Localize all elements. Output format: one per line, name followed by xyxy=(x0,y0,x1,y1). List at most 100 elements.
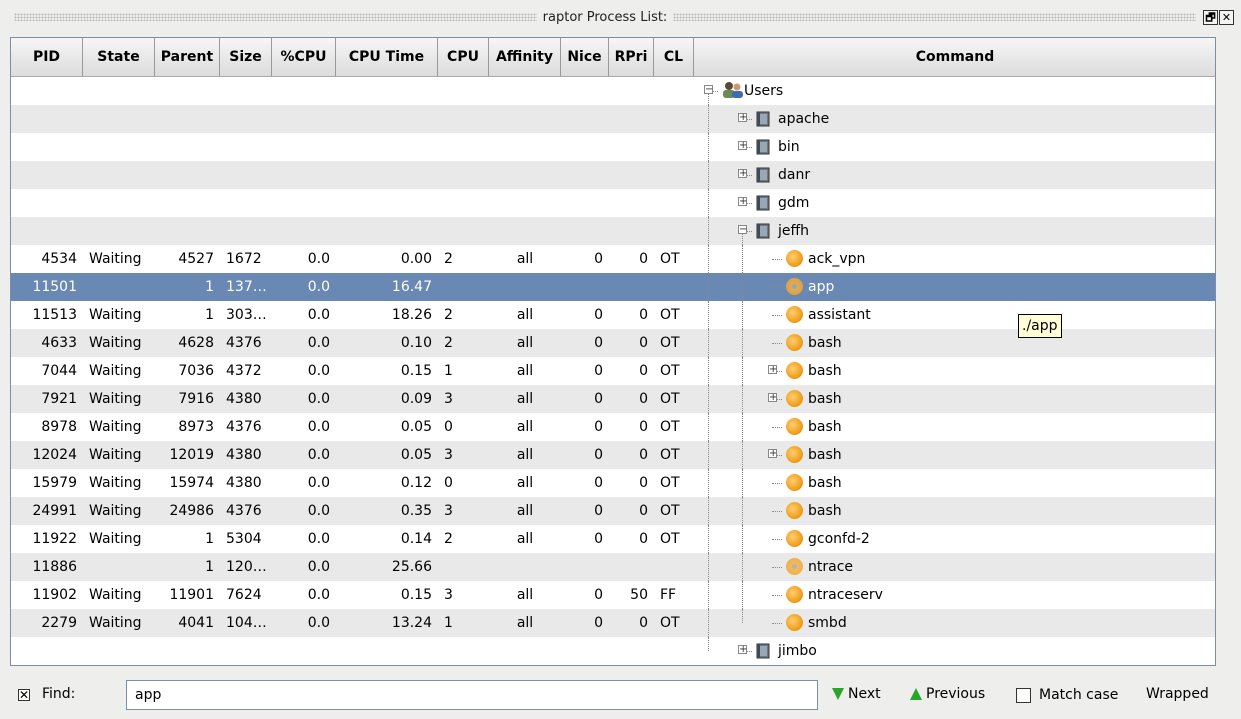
cell-state: Waiting xyxy=(89,531,142,547)
process-gear-icon xyxy=(786,558,803,575)
cell-affinity: all xyxy=(516,475,534,491)
column-header-cpu[interactable]: CPU xyxy=(438,38,489,76)
process-row[interactable]: 11902 Waiting 11901 7624 0.0 0.15 3 all 0 50 FF ntr… xyxy=(11,581,1215,609)
tree-row-user[interactable]: − jeffh xyxy=(11,217,1215,245)
column-header-affinity[interactable]: Affinity xyxy=(489,38,561,76)
cell-nice: 0 xyxy=(594,251,603,267)
process-tree-table: − Users + apache + bin + danr + gdm − jeffh 4534 Wait… xyxy=(11,77,1215,665)
column-header-cl[interactable]: CL xyxy=(654,38,694,76)
match-case-box[interactable] xyxy=(1016,687,1031,703)
column-header-rpri[interactable]: RPri xyxy=(609,38,654,76)
process-row[interactable]: 24991 Waiting 24986 4376 0.0 0.35 3 all 0 0 OT bash xyxy=(11,497,1215,525)
tree-row-users[interactable]: − Users xyxy=(11,77,1215,105)
process-row[interactable]: 11501 1 137… 0.0 16.47 app xyxy=(11,273,1215,301)
cell-cpu-time: 13.24 xyxy=(391,615,432,631)
column-header-command[interactable]: Command xyxy=(694,38,1215,76)
process-row[interactable]: 2279 Waiting 4041 104… 0.0 13.24 1 all 0 0 OT smbd xyxy=(11,609,1215,637)
process-row[interactable]: 11922 Waiting 1 5304 0.0 0.14 2 all 0 0 OT gconfd-2 xyxy=(11,525,1215,553)
process-row[interactable]: 11886 1 120… 0.0 25.66 ntrace xyxy=(11,553,1215,581)
cell-cl xyxy=(654,217,694,245)
expand-icon[interactable]: + xyxy=(768,449,777,459)
cell-rpri: 0 xyxy=(639,335,648,351)
title-grip-right[interactable] xyxy=(673,13,1196,21)
command-cell: + bash xyxy=(694,385,1215,413)
cell-pid: 12024 xyxy=(32,447,77,463)
command-label: bash xyxy=(808,447,842,463)
command-label: assistant xyxy=(808,307,871,323)
user-book-icon xyxy=(756,195,770,211)
cell-pid xyxy=(11,161,83,189)
cell-cpu xyxy=(438,161,489,189)
cell-pid: 11513 xyxy=(32,307,77,323)
column-header-cpu-time[interactable]: CPU Time xyxy=(336,38,438,76)
expand-icon[interactable]: + xyxy=(738,197,747,207)
process-row[interactable]: 12024 Waiting 12019 4380 0.0 0.05 3 all 0 0 OT + bas… xyxy=(11,441,1215,469)
cell-cpu-time xyxy=(336,637,438,665)
cell-nice: 0 xyxy=(594,531,603,547)
cell-cpu-time: 18.26 xyxy=(391,307,432,323)
cell-cpu xyxy=(272,161,336,189)
tree-row-user[interactable]: + apache xyxy=(11,105,1215,133)
cell-cpu: 0.0 xyxy=(307,335,330,351)
collapse-icon[interactable]: − xyxy=(704,85,713,95)
find-label: Find: xyxy=(42,686,76,702)
match-case-checkbox[interactable]: Match case xyxy=(1016,687,1118,703)
find-next-button[interactable]: Next xyxy=(832,686,881,702)
column-header-parent[interactable]: Parent xyxy=(155,38,220,76)
expand-icon[interactable]: + xyxy=(738,141,747,151)
cell-nice: 0 xyxy=(594,475,603,491)
cell-size: 1672 xyxy=(226,251,262,267)
command-label: app xyxy=(808,279,835,295)
collapse-icon[interactable]: − xyxy=(738,225,747,235)
cell-cpu xyxy=(438,637,489,665)
restore-icon[interactable]: 🗗 xyxy=(1203,9,1218,25)
tree-row-user[interactable]: + gdm xyxy=(11,189,1215,217)
column-header-pid[interactable]: PID xyxy=(11,38,83,76)
column-header-state[interactable]: State xyxy=(83,38,155,76)
process-row[interactable]: 7044 Waiting 7036 4372 0.0 0.15 1 all 0 0 OT + bash xyxy=(11,357,1215,385)
cell-cl xyxy=(654,637,694,665)
expand-icon[interactable]: + xyxy=(768,365,777,375)
find-input[interactable]: app xyxy=(126,680,818,710)
cell-cpu-time: 0.10 xyxy=(400,335,432,351)
tree-row-user[interactable]: + jimbo xyxy=(11,637,1215,665)
column-header-size[interactable]: Size xyxy=(220,38,272,76)
cell-parent: 24986 xyxy=(169,503,214,519)
expand-icon[interactable]: + xyxy=(738,645,747,655)
cell-cpu-time: 0.14 xyxy=(400,531,432,547)
column-header-nice[interactable]: Nice xyxy=(561,38,609,76)
cell-cpu xyxy=(438,189,489,217)
command-label: Users xyxy=(744,83,784,99)
tree-row-user[interactable]: + danr xyxy=(11,161,1215,189)
column-header-row: PID State Parent Size %CPU CPU Time CPU Affinit… xyxy=(11,38,1215,77)
process-icon xyxy=(786,334,803,351)
cell-nice xyxy=(561,553,609,581)
expand-icon[interactable]: + xyxy=(768,393,777,403)
cell-cl: OT xyxy=(660,503,680,519)
process-row[interactable]: 8978 Waiting 8973 4376 0.0 0.05 0 all 0 0 OT bash xyxy=(11,413,1215,441)
cell-cpu-time xyxy=(336,133,438,161)
cell-cpu: 0.0 xyxy=(307,419,330,435)
cell-cpu-time xyxy=(336,189,438,217)
process-icon xyxy=(786,530,803,547)
tree-row-user[interactable]: + bin xyxy=(11,133,1215,161)
expand-icon[interactable]: + xyxy=(738,169,747,179)
cell-state xyxy=(83,77,155,105)
close-find-checkbox[interactable]: ✕ xyxy=(18,689,30,701)
find-previous-button[interactable]: Previous xyxy=(910,686,985,702)
process-row[interactable]: 4534 Waiting 4527 1672 0.0 0.00 2 all 0 0 OT ack_vp… xyxy=(11,245,1215,273)
cell-size: 4376 xyxy=(226,419,262,435)
command-label: jeffh xyxy=(778,223,810,239)
process-row[interactable]: 7921 Waiting 7916 4380 0.0 0.09 3 all 0 0 OT + bash xyxy=(11,385,1215,413)
column-header-cpu[interactable]: %CPU xyxy=(272,38,336,76)
process-row[interactable]: 15979 Waiting 15974 4380 0.0 0.12 0 all 0 0 OT bash xyxy=(11,469,1215,497)
close-icon[interactable]: ✕ xyxy=(1219,9,1234,25)
user-book-icon xyxy=(756,223,770,239)
title-grip-left[interactable] xyxy=(14,13,537,21)
cell-affinity: all xyxy=(516,503,534,519)
find-previous-label: Previous xyxy=(926,686,986,702)
cell-cpu-time xyxy=(336,217,438,245)
cell-affinity xyxy=(489,77,561,105)
expand-icon[interactable]: + xyxy=(738,113,747,123)
cell-parent: 1 xyxy=(205,279,214,295)
